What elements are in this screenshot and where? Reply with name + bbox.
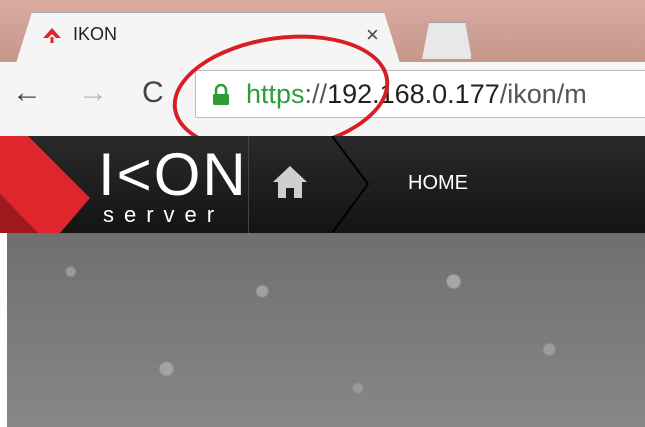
breadcrumb-separator-icon bbox=[331, 136, 370, 233]
home-icon[interactable] bbox=[272, 164, 308, 200]
forward-button[interactable]: → bbox=[78, 76, 108, 110]
tab-close-icon[interactable]: × bbox=[366, 22, 379, 48]
logo-text: I<ON bbox=[98, 141, 248, 208]
site-header: I<ON server HOME bbox=[0, 136, 645, 233]
logo-swoosh-icon bbox=[0, 136, 90, 233]
reload-button[interactable]: C bbox=[142, 76, 164, 110]
tab-title: IKON bbox=[73, 24, 118, 44]
nav-home-link[interactable]: HOME bbox=[408, 172, 468, 195]
new-tab-button[interactable] bbox=[421, 22, 472, 60]
back-button[interactable]: ← bbox=[12, 76, 42, 110]
hero-image bbox=[7, 233, 645, 427]
favicon-icon bbox=[43, 28, 61, 43]
url-path: /ikon/m bbox=[499, 79, 587, 109]
logo[interactable]: I<ON server bbox=[0, 136, 249, 233]
logo-subtitle: server bbox=[103, 202, 225, 227]
